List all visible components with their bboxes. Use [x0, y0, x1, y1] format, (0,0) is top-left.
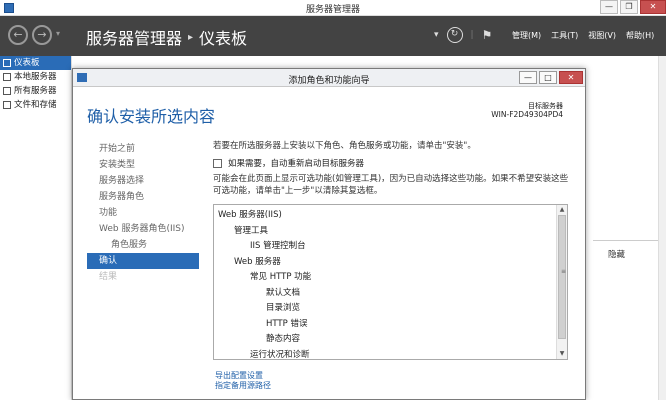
feature-item: 常见 HTTP 功能 — [250, 272, 312, 282]
step-role-services[interactable]: 角色服务 — [87, 237, 199, 253]
wizard-titlebar: 添加角色和功能向导 — □ ✕ — [73, 69, 585, 87]
feature-item: 运行状况和诊断 — [250, 349, 310, 360]
confirmation-intro-text: 若要在所选服务器上安装以下角色、角色服务或功能，请单击"安装"。 — [213, 141, 476, 151]
feature-list-scrollbar[interactable]: ▲ ≡ ▼ — [556, 205, 567, 359]
window-title: 服务器管理器 — [305, 5, 360, 15]
wizard-header: 确认安装所选内容 目标服务器 WIN-F2D49304PD4 — [73, 87, 585, 129]
target-server-name: WIN-F2D49304PD4 — [491, 110, 563, 119]
feature-item: 静态内容 — [266, 334, 301, 344]
page-title: 确认安装所选内容 — [87, 107, 216, 126]
step-results: 结果 — [99, 272, 118, 282]
notifications-flag-icon[interactable]: ⚑ — [482, 28, 493, 42]
restart-checkbox-row[interactable]: 如果需要，自动重新启动目标服务器 — [213, 157, 364, 169]
step-confirmation[interactable]: 确认 — [87, 253, 199, 269]
sidebar-item-file-storage[interactable]: 文件和存储 — [0, 98, 71, 112]
feature-item: IIS 管理控制台 — [250, 241, 306, 251]
server-manager-header: ← → ▾ 服务器管理器 ▸ 仪表板 ▾ ↻ | ⚑ 管理(M) 工具(T) 视… — [0, 16, 666, 56]
server-manager-sidebar: 仪表板 本地服务器 所有服务器 文件和存储 — [0, 56, 72, 400]
forward-arrow-icon[interactable]: → — [32, 25, 52, 45]
restart-checkbox-label[interactable]: 如果需要，自动重新启动目标服务器 — [228, 157, 364, 169]
sidebar-item-label: 所有服务器 — [14, 86, 57, 96]
optional-features-note: 可能会在此页面上显示可选功能(如管理工具)，因为已自动选择这些功能。如果不希望安… — [213, 174, 569, 196]
header-icons: ▾ ↻ | ⚑ — [434, 27, 493, 43]
back-arrow-icon[interactable]: ← — [8, 25, 28, 45]
wizard-content: 若要在所选服务器上安装以下角色、角色服务或功能，请单击"安装"。 如果需要，自动… — [213, 139, 573, 196]
minimize-button[interactable]: — — [600, 0, 618, 14]
dashboard-icon — [3, 59, 11, 67]
sidebar-item-label: 文件和存储 — [14, 100, 57, 110]
step-features[interactable]: 功能 — [87, 205, 199, 221]
scroll-thumb[interactable]: ≡ — [558, 215, 566, 339]
scroll-grip-icon: ≡ — [561, 268, 567, 275]
header-menu-bar: 管理(M) 工具(T) 视图(V) 帮助(H) — [512, 30, 654, 41]
add-roles-wizard-dialog: 添加角色和功能向导 — □ ✕ 确认安装所选内容 目标服务器 WIN-F2D49… — [72, 68, 586, 400]
refresh-icon[interactable]: ↻ — [446, 27, 463, 43]
wizard-minimize-button[interactable]: — — [519, 71, 537, 84]
alternate-source-link[interactable]: 指定备用源路径 — [215, 381, 271, 391]
feature-item: Web 服务器(IIS) — [218, 210, 282, 220]
step-web-server-role[interactable]: Web 服务器角色(IIS) — [87, 221, 199, 237]
main-scrollbar[interactable] — [658, 56, 666, 400]
menu-manage[interactable]: 管理(M) — [512, 30, 541, 41]
step-server-roles[interactable]: 服务器角色 — [87, 189, 199, 205]
panel-divider — [593, 240, 659, 241]
feature-tree: Web 服务器(IIS) 管理工具 IIS 管理控制台 Web 服务器常见 HTTP … — [218, 208, 556, 360]
server-icon — [3, 73, 11, 81]
step-installation-type[interactable]: 安装类型 — [87, 157, 199, 173]
refresh-dropdown-icon[interactable]: ▾ — [434, 30, 439, 40]
wizard-steps-nav: 开始之前 安装类型 服务器选择 服务器角色 功能 Web 服务器角色(IIS) … — [87, 141, 199, 285]
feature-item: 管理工具 — [234, 225, 269, 236]
history-dropdown-icon[interactable]: ▾ — [56, 29, 60, 38]
hide-link[interactable]: 隐藏 — [608, 248, 625, 260]
sidebar-item-label: 本地服务器 — [14, 72, 57, 82]
wizard-maximize-button[interactable]: □ — [539, 71, 557, 84]
storage-icon — [3, 101, 11, 109]
window-controls: — ❐ ✕ — [598, 0, 666, 16]
wizard-title: 添加角色和功能向导 — [288, 76, 370, 86]
feature-item: 目录浏览 — [266, 303, 301, 313]
menu-tools[interactable]: 工具(T) — [551, 30, 578, 41]
breadcrumb-app: 服务器管理器 — [86, 29, 183, 48]
feature-item: 默认文档 — [266, 287, 301, 298]
restart-checkbox[interactable] — [213, 158, 222, 168]
sidebar-item-label: 仪表板 — [14, 58, 40, 68]
wizard-window-controls: — □ ✕ — [517, 71, 583, 84]
step-before-you-begin[interactable]: 开始之前 — [87, 141, 199, 157]
dashboard-background — [586, 56, 666, 400]
close-button[interactable]: ✕ — [640, 0, 666, 14]
export-config-link[interactable]: 导出配置设置 — [215, 371, 271, 381]
menu-view[interactable]: 视图(V) — [588, 30, 616, 41]
sidebar-item-local-server[interactable]: 本地服务器 — [0, 70, 71, 84]
selected-features-list: Web 服务器(IIS) 管理工具 IIS 管理控制台 Web 服务器常见 HTTP … — [213, 204, 568, 360]
breadcrumb-page: 仪表板 — [199, 29, 248, 48]
server-manager-titlebar: 服务器管理器 — ❐ ✕ — [0, 0, 666, 16]
servers-icon — [3, 87, 11, 95]
maximize-button[interactable]: ❐ — [620, 0, 638, 14]
sidebar-item-dashboard[interactable]: 仪表板 — [0, 56, 71, 70]
scroll-down-icon[interactable]: ▼ — [557, 349, 567, 359]
breadcrumb: 服务器管理器 ▸ 仪表板 — [86, 25, 247, 49]
menu-help[interactable]: 帮助(H) — [626, 30, 654, 41]
feature-item: HTTP 错误 — [266, 318, 308, 329]
wizard-close-button[interactable]: ✕ — [559, 71, 583, 84]
wizard-links: 导出配置设置 指定备用源路径 — [215, 371, 271, 391]
scroll-up-icon[interactable]: ▲ — [557, 205, 567, 215]
step-server-selection[interactable]: 服务器选择 — [87, 173, 199, 189]
feature-item: Web 服务器 — [234, 256, 281, 267]
breadcrumb-separator-icon: ▸ — [188, 31, 194, 43]
sidebar-item-all-servers[interactable]: 所有服务器 — [0, 84, 71, 98]
